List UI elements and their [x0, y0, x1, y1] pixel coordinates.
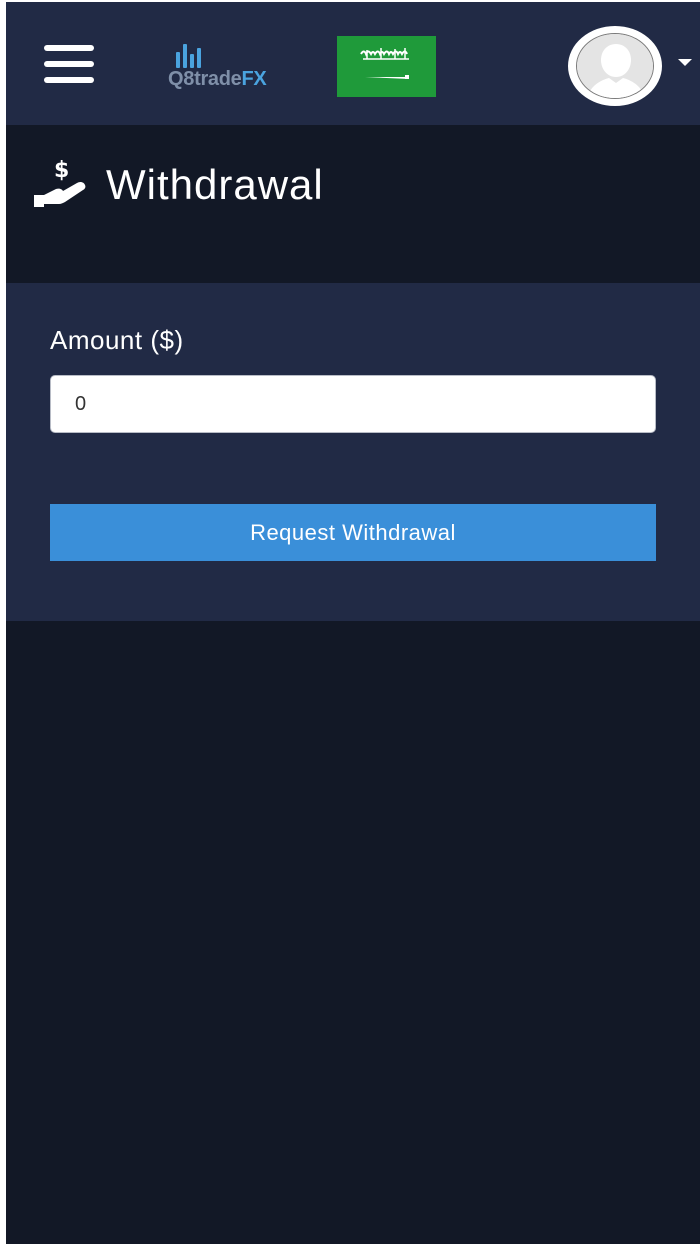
avatar-ring: [568, 26, 662, 106]
logo-wordmark: Q8tradeFX: [168, 68, 267, 90]
menu-line: [44, 77, 94, 83]
flag-emblem: [360, 48, 409, 79]
withdrawal-form-card: Amount ($) Request Withdrawal: [6, 283, 700, 621]
hamburger-menu-icon[interactable]: [44, 45, 94, 83]
svg-text:$: $: [54, 159, 69, 183]
saudi-arabia-flag-icon[interactable]: [337, 36, 436, 97]
user-avatar-button[interactable]: [568, 26, 662, 106]
user-avatar-icon: [576, 33, 654, 99]
request-withdrawal-button[interactable]: Request Withdrawal: [50, 504, 656, 561]
app-root: Q8tradeFX $ Withdrawal Amount ($) 0 Requ…: [6, 0, 700, 1244]
brand-logo[interactable]: Q8tradeFX: [168, 44, 288, 90]
menu-line: [44, 61, 94, 67]
page-header: $ Withdrawal: [6, 125, 700, 283]
amount-label: Amount ($): [50, 325, 184, 355]
caret-down-icon[interactable]: [678, 59, 692, 66]
amount-input[interactable]: [50, 375, 656, 433]
top-navbar: Q8tradeFX: [6, 0, 700, 125]
page-title-row: $ Withdrawal: [32, 155, 324, 215]
menu-line: [44, 45, 94, 51]
hand-dollar-icon: $: [34, 159, 86, 207]
logo-bars-icon: [176, 44, 201, 68]
logo-text-primary: Q8trade: [168, 68, 242, 90]
page-title: Withdrawal: [106, 161, 324, 208]
logo-text-accent: FX: [241, 68, 267, 90]
